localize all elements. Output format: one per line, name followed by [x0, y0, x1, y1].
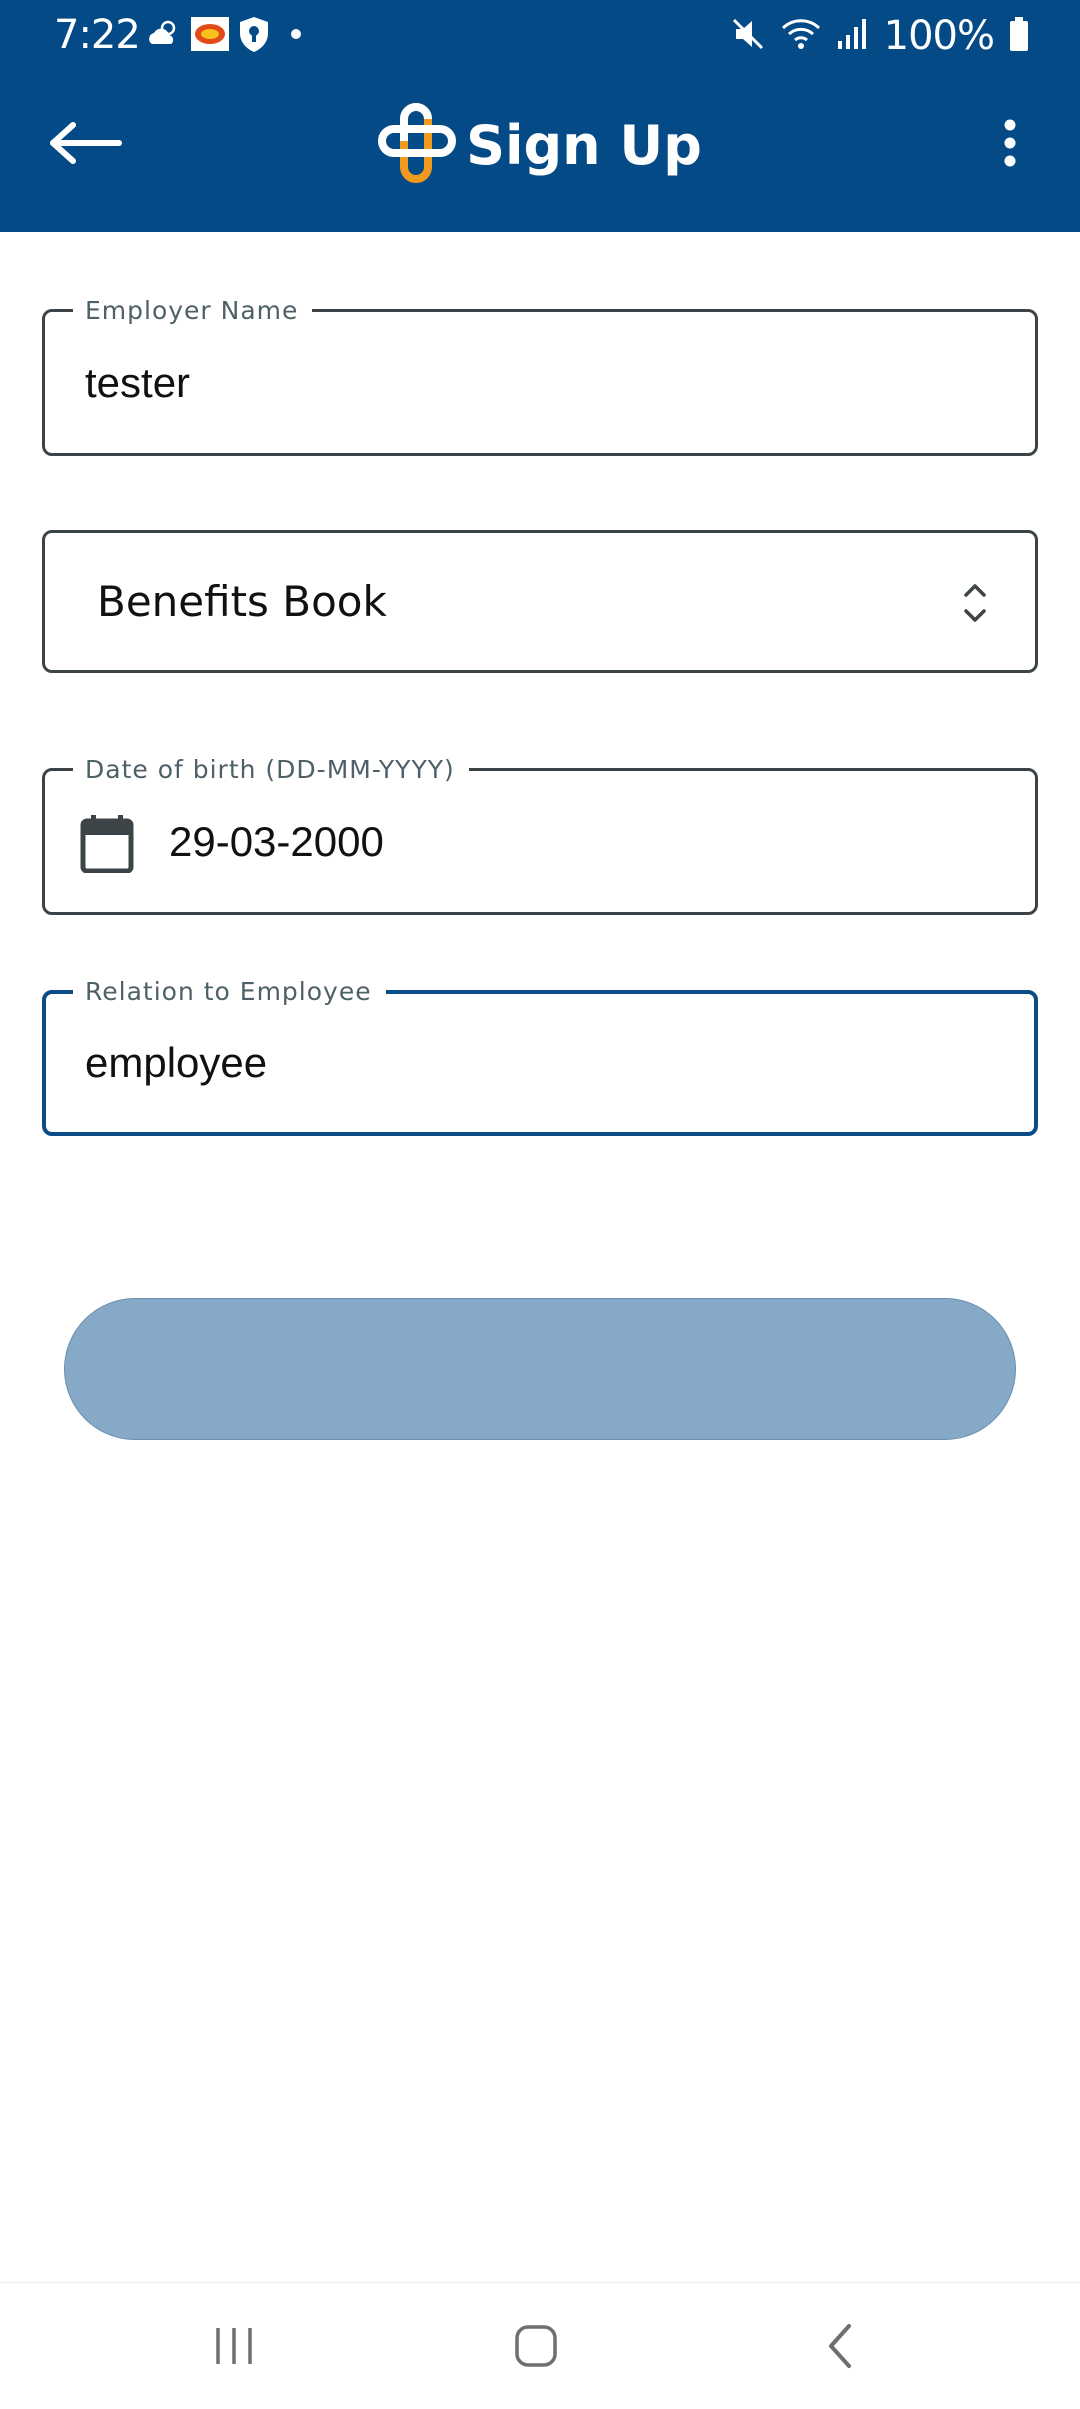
dot-icon: [278, 24, 306, 49]
battery-percent: 100%: [883, 13, 995, 59]
shield-icon: [238, 15, 270, 58]
app-badge-icon: [190, 16, 230, 57]
more-vert-icon: [1004, 119, 1016, 167]
page-title: Sign Up: [466, 113, 702, 177]
signal-icon: [836, 17, 870, 56]
app-bar: Sign Up: [0, 72, 1080, 232]
relation-to-employee-field[interactable]: Relation to Employee employee: [42, 977, 1038, 1136]
battery-icon: [1008, 16, 1030, 57]
relation-to-employee-value: employee: [85, 1039, 268, 1086]
back-icon: [829, 2324, 851, 2368]
nav-back-button[interactable]: [800, 2313, 880, 2379]
wifi-icon: [780, 16, 822, 57]
status-time: 7:22: [54, 12, 141, 58]
app-title-group: Sign Up: [0, 100, 1080, 190]
date-of-birth-field[interactable]: Date of birth (DD-MM-YYYY) 29-03-2000: [42, 755, 1038, 915]
submit-button[interactable]: [64, 1298, 1016, 1440]
status-bar: 7:22 100%: [0, 0, 1080, 72]
mute-icon: [730, 16, 766, 57]
status-icons-left: [146, 16, 306, 56]
system-nav-bar: [0, 2282, 1080, 2409]
home-button[interactable]: [496, 2313, 576, 2379]
logo-icon: [378, 102, 457, 188]
home-icon: [515, 2325, 557, 2367]
more-options-button[interactable]: [980, 110, 1040, 176]
benefits-selected-value: Benefits Book: [97, 577, 387, 626]
weather-icon: [146, 18, 182, 55]
status-icons-right: 100%: [730, 12, 1030, 60]
recents-button[interactable]: [194, 2313, 274, 2379]
select-chevron-icon: [963, 581, 987, 630]
recents-icon: [216, 2328, 252, 2364]
date-of-birth-value: 29-03-2000: [169, 817, 384, 865]
employer-name-field[interactable]: Employer Name tester: [42, 296, 1038, 456]
calendar-icon[interactable]: [79, 813, 135, 878]
employer-name-value: tester: [85, 358, 191, 406]
benefits-select[interactable]: Benefits Book: [42, 530, 1038, 673]
